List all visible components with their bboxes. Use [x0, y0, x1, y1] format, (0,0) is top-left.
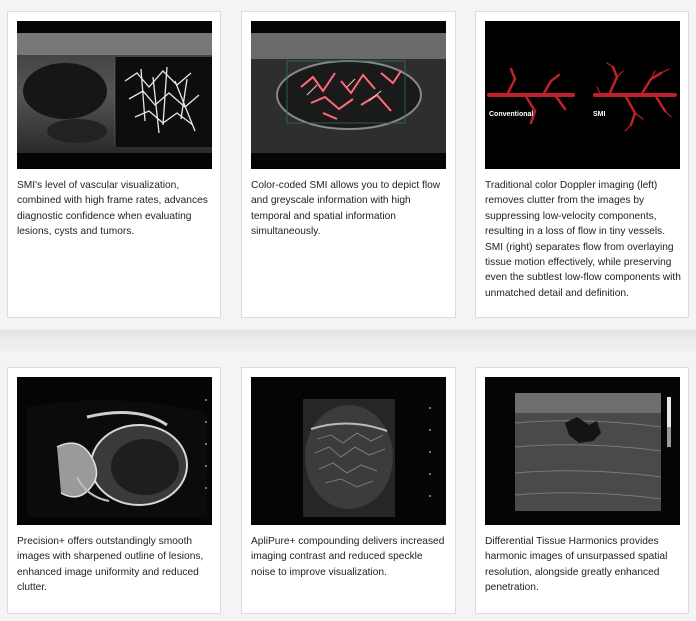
feature-card-smi-vascular: SMI's level of vascular visualization, c…	[7, 11, 221, 318]
fetal-ultrasound-image	[17, 377, 212, 525]
color-smi-ultrasound-image	[251, 21, 446, 169]
feature-caption: Traditional color Doppler imaging (left)…	[485, 180, 681, 299]
feature-card-aplipure: ApliPure+ compounding delivers increased…	[241, 367, 456, 614]
smi-label: SMI	[593, 111, 606, 118]
feature-caption: ApliPure+ compounding delivers increased…	[251, 536, 445, 578]
feature-caption: Precision+ offers outstandingly smooth i…	[17, 536, 204, 594]
smi-ultrasound-image	[17, 21, 212, 169]
feature-card-tissue-harmonics: Differential Tissue Harmonics provides h…	[475, 367, 689, 614]
feature-caption: SMI's level of vascular visualization, c…	[17, 180, 208, 238]
feature-caption: Differential Tissue Harmonics provides h…	[485, 536, 668, 594]
feature-caption: Color-coded SMI allows you to depict flo…	[251, 180, 441, 238]
conventional-label: Conventional	[489, 111, 534, 118]
harmonics-ultrasound-image	[485, 377, 680, 525]
feature-card-color-smi: Color-coded SMI allows you to depict flo…	[241, 11, 456, 318]
section-divider	[0, 330, 696, 352]
feature-card-precision: Precision+ offers outstandingly smooth i…	[7, 367, 221, 614]
aplipure-ultrasound-image	[251, 377, 446, 525]
feature-card-smi-comparison: Conventional SMI Traditional color Doppl…	[475, 11, 689, 318]
vessel-comparison-image: Conventional SMI	[485, 21, 680, 169]
